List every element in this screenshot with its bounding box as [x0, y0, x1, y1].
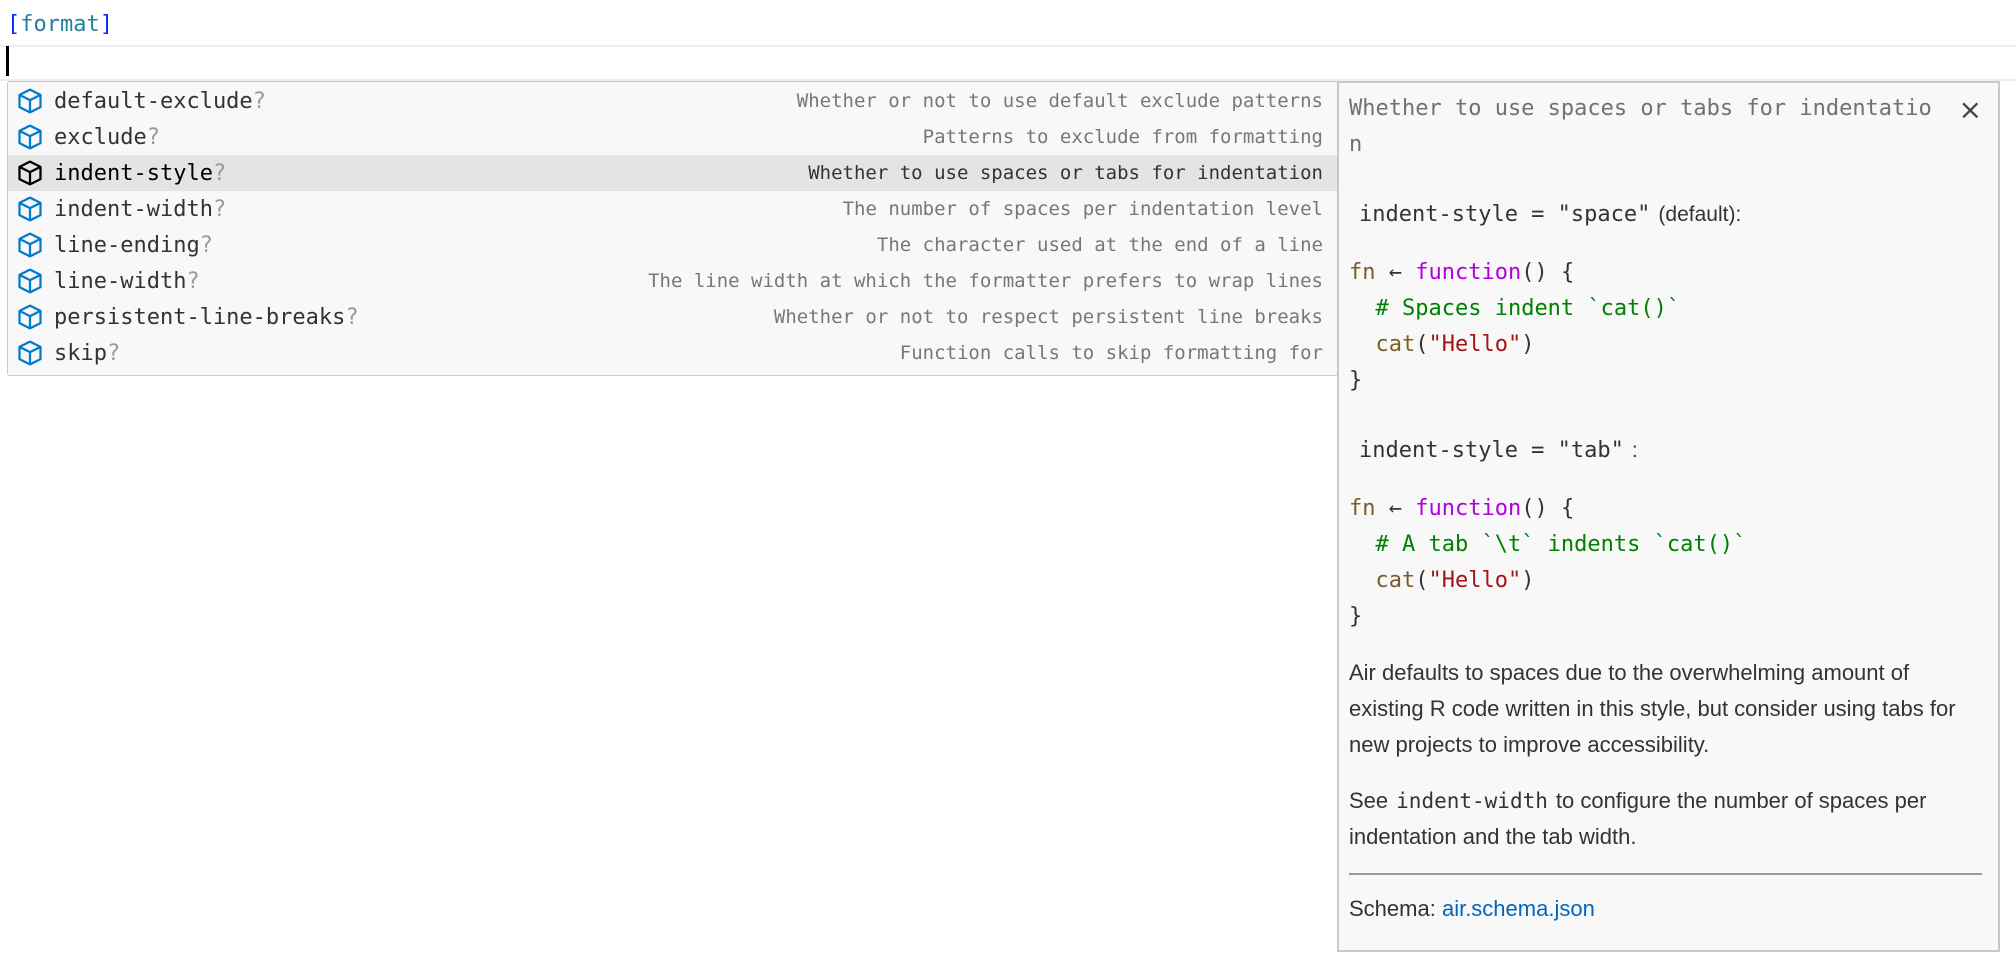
suggestion-label: persistent-line-breaks?: [54, 304, 359, 330]
suggestion-item[interactable]: default-exclude? Whether or not to use de…: [8, 83, 1337, 119]
property-cube-icon: [18, 340, 42, 366]
space-code-block: fn ← function() { # Spaces indent `cat()…: [1349, 260, 1681, 393]
suggestion-label: exclude?: [54, 124, 160, 150]
suggestion-item[interactable]: line-width? The line width at which the f…: [8, 263, 1337, 299]
suggestion-description: Function calls to skip formatting for: [899, 342, 1323, 364]
property-cube-icon: [18, 268, 42, 294]
suggestion-item[interactable]: skip? Function calls to skip formatting f…: [8, 335, 1337, 371]
divider: [1349, 873, 1982, 875]
suggestion-widget: default-exclude? Whether or not to use de…: [7, 81, 1338, 376]
suggestion-label: indent-style?: [54, 160, 227, 186]
schema-line: Schema: air.schema.json: [1349, 896, 1595, 921]
description-paragraph: Air defaults to spaces due to the overwh…: [1349, 660, 1956, 757]
suggestion-label: line-ending?: [54, 232, 213, 258]
close-icon[interactable]: ×: [1959, 93, 1982, 126]
suggestion-description: Whether or not to use default exclude pa…: [796, 90, 1323, 112]
space-heading: indent-style = "space" (default):: [1359, 202, 1742, 227]
tab-code-block: fn ← function() { # A tab `\t` indents `…: [1349, 496, 1747, 629]
suggestion-details-panel: Whether to use spaces or tabs for indent…: [1337, 81, 2000, 952]
indent-width-code: indent-width: [1396, 789, 1548, 813]
suggestion-item[interactable]: persistent-line-breaks? Whether or not to…: [8, 299, 1337, 335]
property-cube-icon: [18, 304, 42, 330]
suggestion-item[interactable]: indent-width? The number of spaces per in…: [8, 191, 1337, 227]
schema-link[interactable]: air.schema.json: [1442, 896, 1595, 921]
suggestion-description: Whether to use spaces or tabs for indent…: [808, 162, 1323, 184]
details-title: Whether to use spaces or tabs for indent…: [1349, 96, 1932, 157]
suggestion-description: Patterns to exclude from formatting: [922, 126, 1323, 148]
property-cube-icon: [18, 160, 42, 186]
suggestion-item[interactable]: indent-style? Whether to use spaces or ta…: [8, 155, 1337, 191]
property-cube-icon: [18, 196, 42, 222]
suggestion-label: skip?: [54, 340, 121, 366]
text-cursor: [6, 46, 9, 76]
toml-section-header: [format]: [7, 12, 113, 37]
section-name: format: [20, 12, 100, 37]
property-cube-icon: [18, 88, 42, 114]
suggestion-label: indent-width?: [54, 196, 227, 222]
suggestion-description: Whether or not to respect persistent lin…: [773, 306, 1323, 328]
suggestion-description: The character used at the end of a line: [876, 234, 1323, 256]
suggestion-item[interactable]: exclude? Patterns to exclude from formatt…: [8, 119, 1337, 155]
tab-heading: indent-style = "tab":: [1359, 438, 1638, 463]
property-cube-icon: [18, 124, 42, 150]
suggestion-description: The number of spaces per indentation lev…: [842, 198, 1323, 220]
suggestion-description: The line width at which the formatter pr…: [648, 270, 1323, 292]
property-cube-icon: [18, 232, 42, 258]
see-also-paragraph: See indent-width to configure the number o…: [1349, 788, 1927, 849]
current-line-highlight[interactable]: [0, 45, 2016, 81]
suggestion-label: line-width?: [54, 268, 200, 294]
suggestion-label: default-exclude?: [54, 88, 266, 114]
suggestion-item[interactable]: line-ending? The character used at the en…: [8, 227, 1337, 263]
